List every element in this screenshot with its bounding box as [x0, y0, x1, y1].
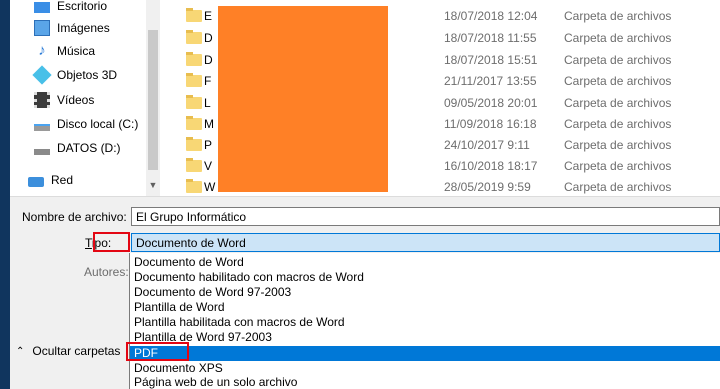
folder-icon — [186, 8, 202, 22]
nav-item-label: Música — [57, 44, 96, 58]
file-name: F — [204, 74, 212, 88]
file-date: 18/07/2018 12:04 — [444, 9, 538, 23]
navigation-pane: Escritorio Imágenes ♪ Música Objetos 3D … — [10, 0, 160, 196]
folder-icon — [186, 158, 202, 172]
hide-folders-label: Ocultar carpetas — [32, 344, 121, 358]
file-date: 16/10/2018 18:17 — [444, 159, 538, 173]
type-option-documento-word[interactable]: Documento de Word — [134, 255, 244, 270]
folder-icon — [186, 116, 202, 130]
file-name: L — [204, 96, 211, 110]
file-date: 24/10/2017 9:11 — [444, 138, 530, 152]
folder-icon — [186, 179, 202, 193]
nav-item-label: Escritorio — [57, 0, 108, 13]
type-option-plantilla-word[interactable]: Plantilla de Word — [134, 300, 225, 315]
objects-3d-icon — [32, 65, 52, 85]
tipo-highlight-box — [93, 232, 130, 252]
folder-icon — [186, 137, 202, 151]
nav-item-escritorio[interactable]: Escritorio — [34, 0, 107, 16]
folder-icon — [186, 52, 202, 66]
file-type: Carpeta de archivos — [564, 138, 672, 152]
folder-icon — [186, 30, 202, 44]
nav-item-objetos-3d[interactable]: Objetos 3D — [32, 65, 118, 85]
file-date: 18/07/2018 15:51 — [444, 53, 538, 67]
type-option-word-97-2003[interactable]: Documento de Word 97-2003 — [134, 285, 291, 300]
music-icon: ♪ — [38, 42, 46, 59]
filename-label: Nombre de archivo: — [22, 210, 127, 224]
type-option-plantilla-macros[interactable]: Plantilla habilitada con macros de Word — [134, 315, 345, 330]
file-date: 18/07/2018 11:55 — [444, 31, 537, 45]
local-disk-icon — [34, 123, 50, 131]
nav-item-label: Vídeos — [57, 93, 95, 107]
nav-scrollbar-thumb[interactable] — [148, 30, 158, 170]
nav-item-red[interactable]: Red — [28, 170, 73, 190]
file-type: Carpeta de archivos — [564, 31, 672, 45]
file-name: M — [204, 117, 214, 131]
file-date: 21/11/2017 13:55 — [444, 74, 537, 88]
file-type: Carpeta de archivos — [564, 74, 672, 88]
type-option-xps[interactable]: Documento XPS — [134, 361, 223, 376]
file-type: Carpeta de archivos — [564, 9, 672, 23]
save-as-dialog: Escritorio Imágenes ♪ Música Objetos 3D … — [10, 0, 720, 389]
file-date: 28/05/2019 9:59 — [444, 180, 531, 194]
nav-item-datos-d[interactable]: DATOS (D:) — [34, 138, 121, 158]
file-name: D — [204, 31, 213, 45]
type-option-documento-macros[interactable]: Documento habilitado con macros de Word — [134, 270, 364, 285]
type-dropdown-list: Documento de Word Documento habilitado c… — [129, 253, 720, 389]
type-option-pagina-web[interactable]: Página web de un solo archivo — [134, 375, 297, 389]
chevron-up-icon: ⌃ — [16, 345, 25, 357]
videos-icon — [34, 92, 50, 108]
nav-item-imagenes[interactable]: Imágenes — [34, 18, 110, 38]
nav-item-disco-local[interactable]: Disco local (C:) — [34, 114, 138, 134]
file-name: D — [204, 53, 213, 67]
file-type: Carpeta de archivos — [564, 159, 672, 173]
file-list: E 18/07/2018 12:04 Carpeta de archivos D… — [160, 0, 720, 196]
nav-item-label: DATOS (D:) — [57, 141, 121, 155]
desktop-icon — [34, 1, 50, 13]
hide-folders-button[interactable]: ⌃ Ocultar carpetas — [16, 344, 120, 358]
file-type: Carpeta de archivos — [564, 117, 672, 131]
type-select[interactable]: Documento de Word — [131, 233, 720, 252]
file-date: 09/05/2018 20:01 — [444, 96, 538, 110]
nav-item-musica[interactable]: ♪ Música — [34, 41, 95, 61]
scroll-down-icon[interactable]: ▼ — [146, 178, 160, 192]
type-option-pdf[interactable]: PDF — [130, 346, 720, 361]
file-type: Carpeta de archivos — [564, 96, 672, 110]
file-date: 11/09/2018 16:18 — [444, 117, 537, 131]
drive-icon — [34, 148, 50, 155]
nav-item-label: Objetos 3D — [57, 68, 118, 82]
filename-input[interactable]: El Grupo Informático — [131, 207, 720, 226]
file-type: Carpeta de archivos — [564, 180, 672, 194]
authors-label: Autores: — [84, 265, 129, 279]
divider — [10, 196, 720, 197]
nav-item-label: Red — [51, 173, 74, 187]
network-icon — [28, 176, 44, 187]
pdf-highlight-box — [126, 342, 189, 361]
pictures-icon — [34, 20, 50, 36]
folder-icon — [186, 95, 202, 109]
file-type: Carpeta de archivos — [564, 53, 672, 67]
nav-scrollbar[interactable]: ▼ — [146, 0, 160, 196]
file-name: P — [204, 138, 213, 152]
folder-icon — [186, 73, 202, 87]
file-name: W — [204, 180, 216, 194]
file-name: E — [204, 9, 213, 23]
nav-item-videos[interactable]: Vídeos — [34, 90, 94, 110]
nav-item-label: Imágenes — [57, 21, 110, 35]
file-name: V — [204, 159, 213, 173]
redaction-block — [218, 6, 388, 192]
nav-item-label: Disco local (C:) — [57, 117, 139, 131]
tipo-label-accesskey: T — [85, 236, 92, 250]
